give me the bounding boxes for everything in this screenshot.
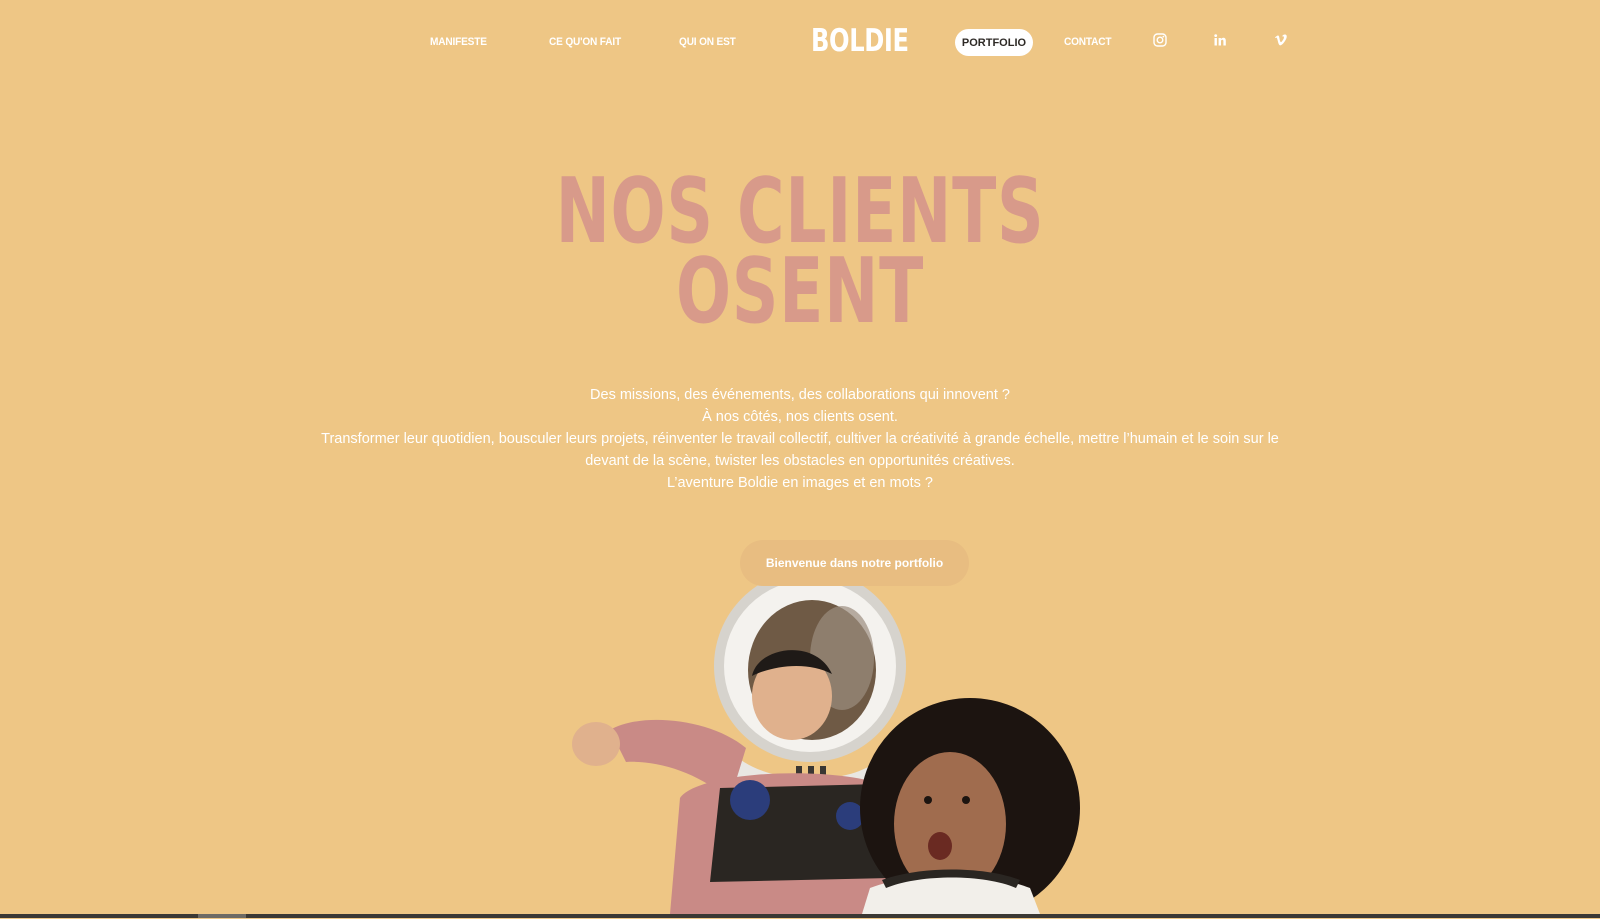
- hero-paragraph: Des missions, des événements, des collab…: [590, 387, 1010, 403]
- boldie-logo[interactable]: BOLDIE: [811, 24, 909, 58]
- nav-link-contact[interactable]: CONTACT: [1064, 36, 1112, 48]
- hero-paragraph: L’aventure Boldie en images et en mots ?: [667, 475, 933, 491]
- vimeo-icon[interactable]: [1270, 30, 1292, 50]
- linkedin-icon[interactable]: [1209, 30, 1231, 50]
- top-navigation: MANIFESTE CE QU'ON FAIT QUI ON EST BOLDI…: [0, 0, 1600, 84]
- hero-title-line-2: OSENT: [675, 239, 925, 344]
- nav-link-portfolio-active[interactable]: PORTFOLIO: [955, 29, 1033, 56]
- scrollbar-thumb[interactable]: [198, 914, 246, 918]
- hero-paragraph: À nos côtés, nos clients osent.: [702, 409, 898, 425]
- nav-link-qui-on-est[interactable]: QUI ON EST: [679, 36, 736, 48]
- portfolio-cta-button[interactable]: Bienvenue dans notre portfolio: [740, 540, 969, 586]
- hero-paragraph: Transformer leur quotidien, bousculer le…: [321, 431, 1279, 469]
- instagram-icon[interactable]: [1149, 30, 1171, 50]
- hero-title: NOS CLIENTS OSENT: [0, 167, 1600, 344]
- hero-photo-children-astronauts: [510, 548, 1130, 918]
- nav-link-manifeste[interactable]: MANIFESTE: [430, 36, 487, 48]
- hero-description: Des missions, des événements, des collab…: [300, 384, 1300, 494]
- nav-link-ce-quon-fait[interactable]: CE QU'ON FAIT: [549, 36, 621, 48]
